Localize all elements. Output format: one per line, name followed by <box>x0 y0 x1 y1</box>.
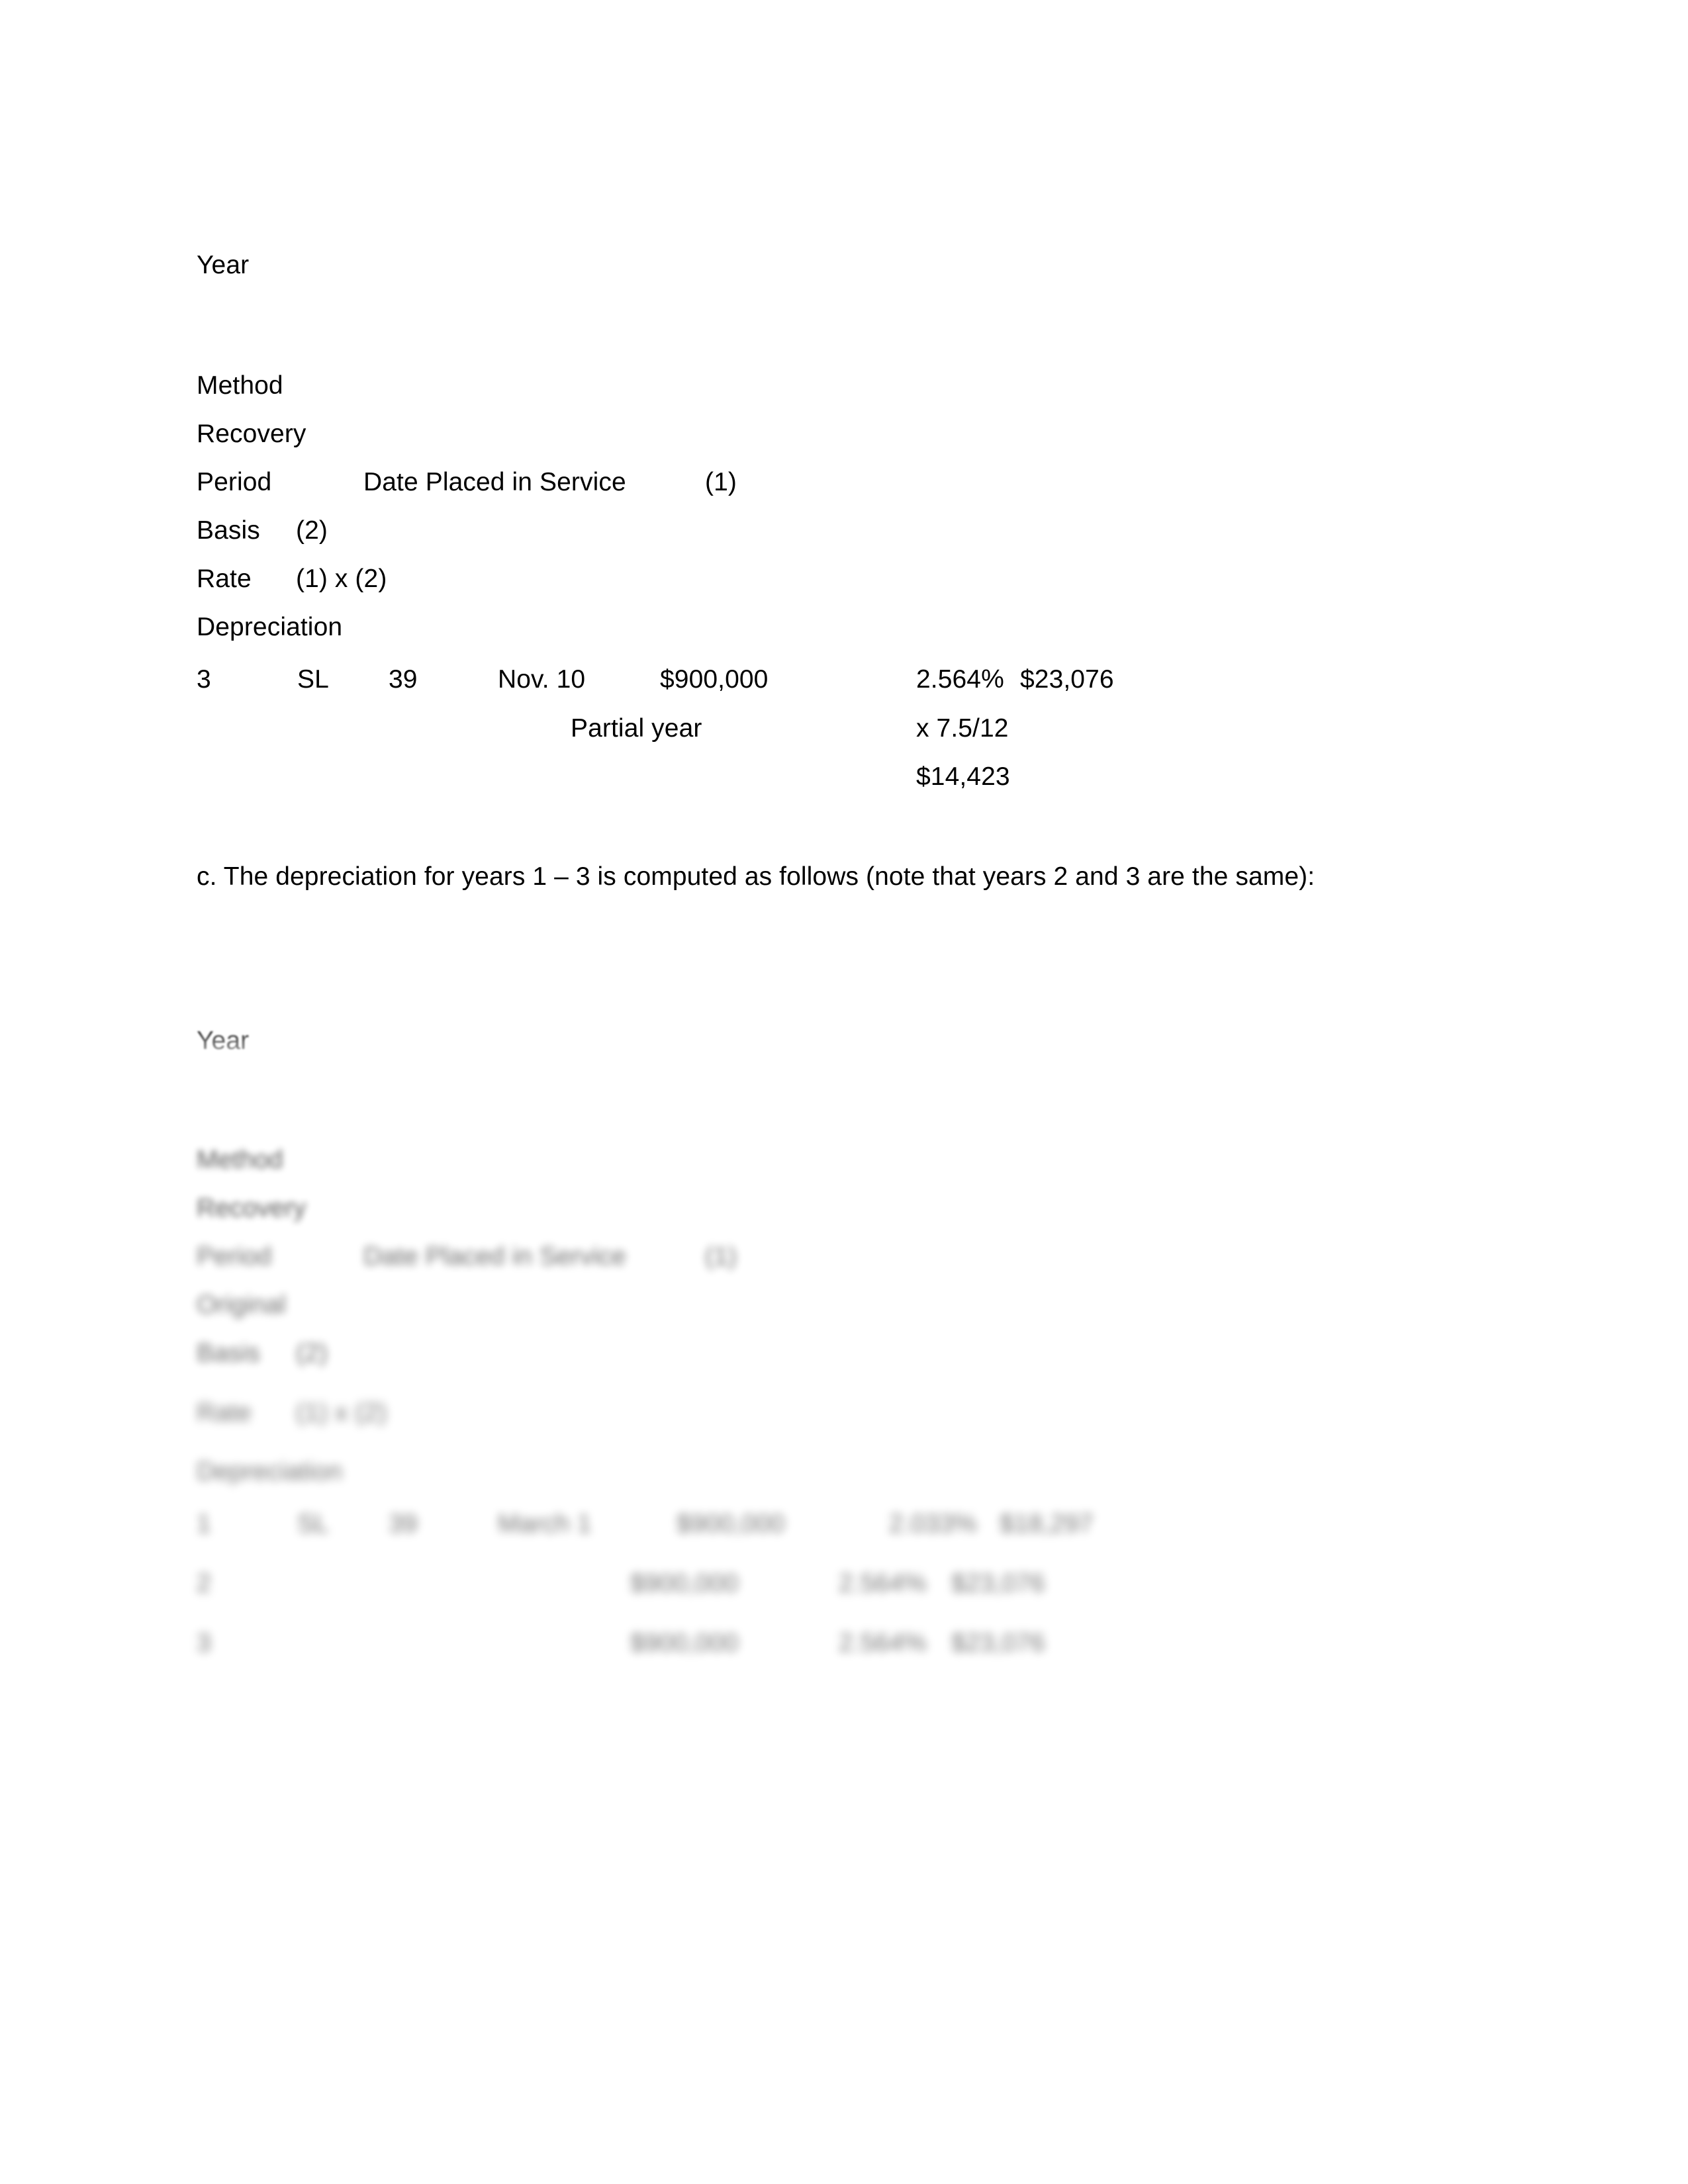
table-c-header-period: Period <box>197 1242 272 1271</box>
table-c-row-depreciation: $18,297 <box>1000 1510 1094 1538</box>
table-b-header-depreciation: Depreciation <box>197 613 343 641</box>
table-c-row-basis: $900,000 <box>630 1569 739 1598</box>
table-b-row-basis: $900,000 <box>660 665 769 694</box>
blurred-section: Year Method Recovery Period Date Placed … <box>0 1019 1688 1946</box>
table-b-header-period: Period <box>197 468 272 496</box>
table-c-row-basis: $900,000 <box>677 1510 785 1538</box>
table-c-header-date-placed-in-service: Date Placed in Service <box>363 1242 626 1271</box>
table-c-row-rate: 2.564% <box>839 1569 927 1598</box>
paragraph-c-text: c. The depreciation for years 1 – 3 is c… <box>197 862 1315 891</box>
table-b-header-basis: Basis <box>197 516 260 545</box>
table-c-row-year: 1 <box>197 1510 211 1538</box>
table-c-header-depreciation: Depreciation <box>197 1457 343 1486</box>
table-b-row-depreciation: $23,076 <box>1020 665 1114 694</box>
table-c-row-year: 3 <box>197 1629 211 1657</box>
table-c-header-basis: Basis <box>197 1339 260 1367</box>
table-c-row-rate: 2.564% <box>839 1629 927 1657</box>
table-b-header-recovery: Recovery <box>197 420 306 448</box>
table-b-partial-year-label: Partial year <box>571 714 702 743</box>
table-b-header-rate-formula: (1) x (2) <box>296 565 387 593</box>
table-c-row-method: SL <box>297 1510 329 1538</box>
table-c-header-method: Method <box>197 1146 283 1174</box>
table-c-header-recovery: Recovery <box>197 1194 306 1222</box>
table-c-header-rate: Rate <box>197 1398 252 1427</box>
table-c-row-rate: 2.033% <box>889 1510 977 1538</box>
table-c-header-rate-formula: (1) x (2) <box>296 1398 387 1427</box>
table-c-row-recovery-period: 39 <box>389 1510 418 1538</box>
table-b-row-method: SL <box>297 665 329 694</box>
table-b-partial-year-total: $14,423 <box>916 762 1010 791</box>
table-c-row-depreciation: $23,076 <box>951 1629 1045 1657</box>
table-b-header-col1-ref: (1) <box>705 468 737 496</box>
table-c-row-date-placed-in-service: March 1 <box>498 1510 592 1538</box>
table-c-header-col2-ref: (2) <box>296 1339 328 1367</box>
table-b-header-method: Method <box>197 371 283 400</box>
document-page: Year Method Recovery Period Date Placed … <box>0 0 1688 2184</box>
table-c-row-depreciation: $23,076 <box>951 1569 1045 1598</box>
table-b-header-year: Year <box>197 251 250 279</box>
table-b-header-col2-ref: (2) <box>296 516 328 545</box>
table-c-header-col1-ref: (1) <box>705 1242 737 1271</box>
table-b-header-date-placed-in-service: Date Placed in Service <box>363 468 626 496</box>
table-b-row-recovery-period: 39 <box>389 665 418 694</box>
table-c-row-basis: $900,000 <box>630 1629 739 1657</box>
table-c-row-year: 2 <box>197 1569 211 1598</box>
table-b-partial-year-factor: x 7.5/12 <box>916 714 1009 743</box>
table-c-header-original: Original <box>197 1291 287 1319</box>
table-c-header-year: Year <box>197 1026 250 1055</box>
table-b-header-rate: Rate <box>197 565 252 593</box>
table-b-row-date-placed-in-service: Nov. 10 <box>498 665 586 694</box>
table-b-row-rate: 2.564% <box>916 665 1004 694</box>
table-b-row-year: 3 <box>197 665 211 694</box>
